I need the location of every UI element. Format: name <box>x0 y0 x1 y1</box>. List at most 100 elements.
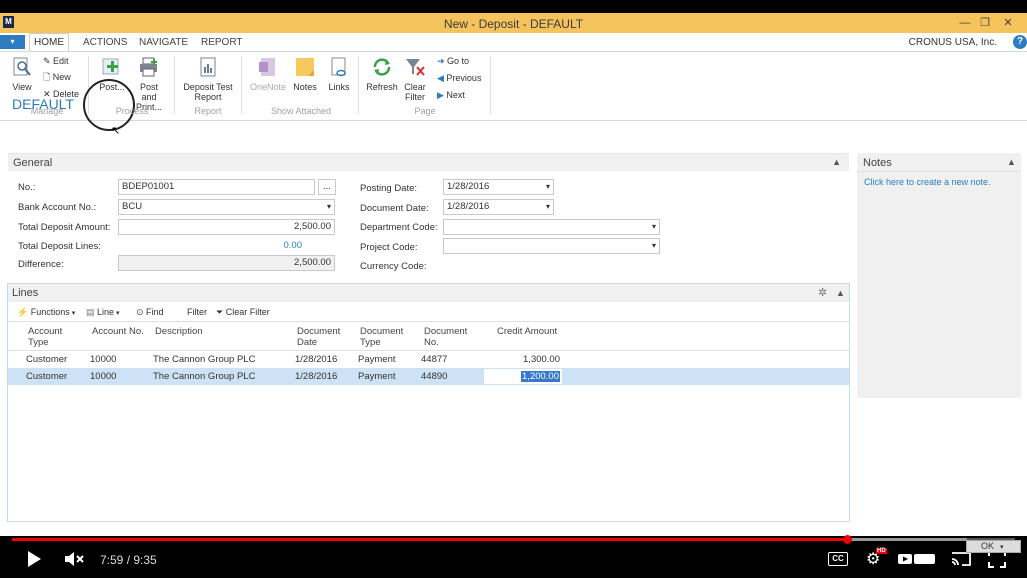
no-field[interactable]: BDEP01001 <box>118 179 315 195</box>
post-and-print-button[interactable]: Post and Print... <box>133 56 165 112</box>
clear-filter-line-button[interactable]: ⏷ Clear Filter <box>216 307 270 318</box>
find-button[interactable]: ⊙ Find <box>136 307 164 318</box>
department-code-field[interactable]: ▾ <box>443 219 660 235</box>
next-button[interactable]: ▶ Next <box>437 90 465 101</box>
refresh-button[interactable]: Refresh <box>365 56 399 92</box>
table-row[interactable]: Customer 10000 The Cannon Group PLC 1/28… <box>8 351 849 368</box>
cell-credit-amount[interactable]: 1,200.00 <box>521 371 560 382</box>
go-to-button[interactable]: ➜ Go to <box>437 56 469 67</box>
clear-filter-line-label: Clear Filter <box>225 307 270 317</box>
tab-actions[interactable]: ACTIONS <box>83 37 127 48</box>
help-icon[interactable]: ? <box>1013 35 1027 49</box>
no-assist-button[interactable]: ... <box>318 179 336 195</box>
cell-document-type[interactable]: Payment <box>358 354 396 365</box>
cell-account-no[interactable]: 10000 <box>90 354 116 365</box>
go-to-label: Go to <box>447 56 470 66</box>
collapse-icon[interactable]: ▲ <box>1007 157 1016 167</box>
cell-document-date[interactable]: 1/28/2016 <box>295 371 337 382</box>
functions-menu[interactable]: ⚡ Functions ▾ <box>17 307 75 319</box>
total-deposit-amount-field[interactable]: 2,500.00 <box>118 219 335 235</box>
ribbon-tabs-bar: ▾ HOME ACTIONS NAVIGATE REPORT CRONUS US… <box>0 33 1027 51</box>
chevron-down-icon: ▾ <box>1000 544 1004 551</box>
notes-button[interactable]: Notes <box>291 56 319 92</box>
cell-document-type[interactable]: Payment <box>358 371 396 382</box>
col-document-type[interactable]: Document Type <box>360 326 403 348</box>
cell-description[interactable]: The Cannon Group PLC <box>153 354 255 365</box>
general-fasttab-header[interactable]: General ▲ <box>8 153 849 171</box>
onenote-button[interactable]: OneNote <box>248 56 288 92</box>
cell-document-no[interactable]: 44890 <box>421 371 447 382</box>
col-document-date[interactable]: Document Date <box>297 326 340 348</box>
progress-scrubber[interactable] <box>843 535 852 544</box>
tab-home[interactable]: HOME <box>29 33 69 51</box>
chevron-down-icon[interactable]: ▾ <box>327 200 331 214</box>
edit-label: Edit <box>53 56 69 66</box>
tab-report[interactable]: REPORT <box>201 37 243 48</box>
fullscreen-button[interactable] <box>988 550 1006 571</box>
group-separator <box>358 56 359 114</box>
cell-document-date[interactable]: 1/28/2016 <box>295 354 337 365</box>
cast-button[interactable] <box>950 550 972 571</box>
progress-buffered <box>847 538 967 541</box>
company-name[interactable]: CRONUS USA, Inc. <box>909 37 997 48</box>
application-menu-button[interactable]: ▾ <box>0 35 25 49</box>
cell-credit-amount[interactable]: 1,300.00 <box>488 354 560 365</box>
new-button[interactable]: 🗋 New <box>43 72 71 83</box>
bank-account-field[interactable]: BCU ▾ <box>118 199 335 215</box>
clear-filter-button[interactable]: Clear Filter <box>402 56 428 102</box>
general-header-label: General <box>13 157 53 169</box>
onenote-icon <box>259 58 275 76</box>
collapse-icon[interactable]: ▲ <box>832 157 841 167</box>
tab-navigate[interactable]: NAVIGATE <box>139 37 188 48</box>
cell-account-type[interactable]: Customer <box>26 354 67 365</box>
difference-label: Difference: <box>18 259 64 270</box>
project-code-field[interactable]: ▾ <box>443 238 660 254</box>
ok-popup[interactable]: OK ▾ <box>966 540 1021 553</box>
arrow-right-icon: ➜ <box>437 56 448 66</box>
view-button[interactable]: View <box>10 56 34 92</box>
previous-button[interactable]: ◀ Previous <box>437 73 481 84</box>
chevron-down-icon[interactable]: ▾ <box>546 180 550 194</box>
deposit-test-report-button[interactable]: Deposit Test Report <box>180 56 236 102</box>
chevron-down-icon[interactable]: ▾ <box>652 239 656 253</box>
chevron-down-icon[interactable]: ▾ <box>652 220 656 234</box>
total-deposit-lines-value[interactable]: 0.00 <box>118 240 303 251</box>
cell-document-no[interactable]: 44877 <box>421 354 447 365</box>
col-account-no[interactable]: Account No. <box>92 326 144 337</box>
post-icon <box>102 58 119 75</box>
col-document-no[interactable]: Document No. <box>424 326 467 348</box>
close-icon[interactable]: ✕ <box>998 15 1018 31</box>
line-menu[interactable]: ▤ Line ▾ <box>86 307 120 319</box>
filter-button[interactable]: Filter <box>187 307 207 318</box>
cell-account-no[interactable]: 10000 <box>90 371 116 382</box>
posting-date-value: 1/28/2016 <box>447 181 490 192</box>
restore-icon[interactable]: ❐ <box>975 15 995 31</box>
captions-icon[interactable]: CC <box>828 552 848 566</box>
document-date-field[interactable]: 1/28/2016 ▾ <box>443 199 554 215</box>
mute-button[interactable] <box>64 550 86 571</box>
posting-date-field[interactable]: 1/28/2016 ▾ <box>443 179 554 195</box>
next-label: Next <box>446 90 465 100</box>
clear-filter-label-1: Clear <box>404 82 426 92</box>
progress-played <box>12 538 847 541</box>
cell-account-type[interactable]: Customer <box>26 371 67 382</box>
col-credit-amount[interactable]: Credit Amount <box>497 326 557 337</box>
settings-icon[interactable]: ✲ <box>818 286 827 299</box>
minimize-icon[interactable]: — <box>955 15 975 31</box>
col-account-type[interactable]: Account Type <box>28 326 62 348</box>
table-row-selected[interactable]: Customer 10000 The Cannon Group PLC 1/28… <box>8 368 849 385</box>
credit-amount-editor[interactable]: 1,200.00 <box>483 368 563 385</box>
lines-header-label: Lines <box>12 287 39 299</box>
create-note-link[interactable]: Click here to create a new note. <box>864 177 991 187</box>
previous-label: Previous <box>446 73 482 83</box>
edit-button[interactable]: ✎ Edit <box>43 56 69 67</box>
youtube-logo-icon[interactable] <box>898 551 936 567</box>
col-description[interactable]: Description <box>155 326 203 337</box>
links-button[interactable]: Links <box>325 56 353 92</box>
new-icon: 🗋 <box>43 72 53 82</box>
cell-description[interactable]: The Cannon Group PLC <box>153 371 255 382</box>
chevron-down-icon[interactable]: ▾ <box>546 200 550 214</box>
deposit-test-label-2: Report <box>194 92 222 102</box>
play-button[interactable] <box>26 550 42 571</box>
collapse-icon[interactable]: ▲ <box>836 288 845 298</box>
